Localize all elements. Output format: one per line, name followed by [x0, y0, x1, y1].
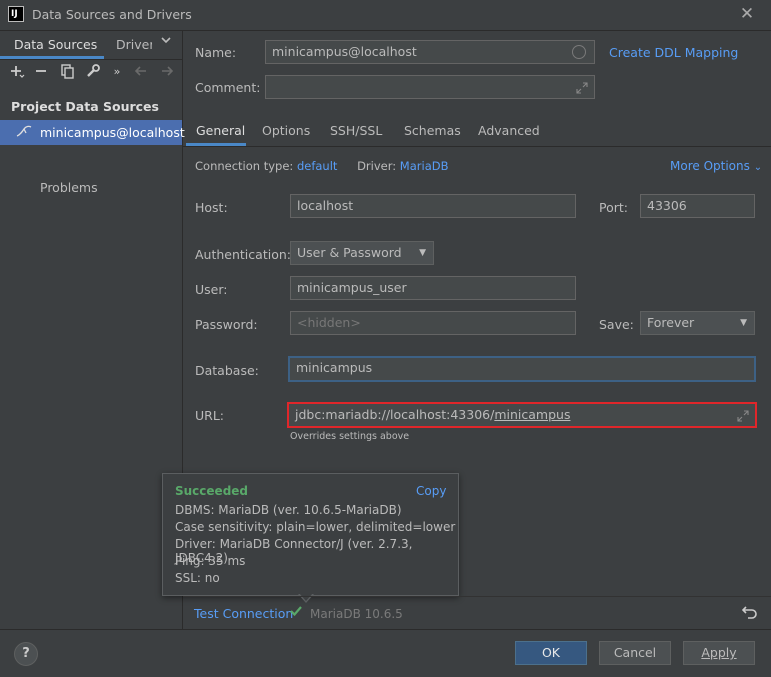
- url-database: minicampus: [494, 407, 571, 422]
- authentication-value: User & Password: [297, 245, 402, 260]
- test-result-text: MariaDB 10.6.5: [310, 607, 403, 621]
- url-note: Overrides settings above: [290, 431, 410, 442]
- tooltip-line: Ping: 35 ms: [175, 554, 246, 568]
- dropdown-arrow-icon: ▼: [740, 318, 747, 328]
- name-field[interactable]: minicampus@localhost: [265, 40, 595, 64]
- checkmark-icon: [289, 604, 303, 621]
- close-icon[interactable]: ✕: [738, 4, 756, 24]
- driver-label: Driver:: [357, 159, 397, 173]
- host-label: Host:: [195, 200, 228, 215]
- host-field[interactable]: localhost: [290, 194, 576, 218]
- user-field[interactable]: minicampus_user: [290, 276, 576, 300]
- more-options-link[interactable]: More Options ⌄: [670, 159, 762, 173]
- window-title: Data Sources and Drivers: [32, 7, 192, 22]
- name-label: Name:: [195, 45, 237, 60]
- port-field[interactable]: 43306: [640, 194, 755, 218]
- expand-icon[interactable]: [737, 407, 749, 428]
- left-panel: Data Sources Drivers » Project Data Sour…: [0, 31, 185, 629]
- save-select[interactable]: Forever ▼: [640, 311, 755, 335]
- forward-icon: [158, 63, 176, 81]
- test-connection-link[interactable]: Test Connection: [194, 606, 293, 621]
- divider: [183, 146, 771, 147]
- connection-type-link[interactable]: default: [297, 159, 337, 173]
- chevron-down-icon[interactable]: [160, 34, 172, 49]
- tab-drivers[interactable]: Drivers: [116, 37, 152, 52]
- tab-ssh-ssl[interactable]: SSH/SSL: [330, 123, 382, 138]
- divider: [183, 596, 771, 597]
- apply-button[interactable]: Apply: [683, 641, 755, 665]
- divider: [0, 59, 183, 60]
- help-button[interactable]: ?: [14, 642, 38, 666]
- tooltip-line: Case sensitivity: plain=lower, delimited…: [175, 520, 456, 534]
- password-field[interactable]: <hidden>: [290, 311, 576, 335]
- comment-field[interactable]: [265, 75, 595, 99]
- app-logo: IJ: [8, 6, 24, 22]
- dropdown-arrow-icon: ▼: [419, 248, 426, 258]
- more-icon[interactable]: »: [108, 63, 126, 81]
- section-header: Project Data Sources: [11, 99, 159, 114]
- data-source-label: minicampus@localhost: [40, 125, 185, 140]
- driver-link[interactable]: MariaDB: [400, 159, 449, 173]
- wrench-icon[interactable]: [84, 63, 102, 81]
- name-value: minicampus@localhost: [272, 44, 417, 59]
- divider: [0, 629, 771, 630]
- url-label: URL:: [195, 408, 225, 423]
- tab-schemas[interactable]: Schemas: [404, 123, 461, 138]
- database-label: Database:: [195, 363, 259, 378]
- url-prefix: jdbc:mariadb://localhost:43306/: [295, 407, 495, 422]
- data-source-item[interactable]: minicampus@localhost: [0, 120, 185, 145]
- more-options-label: More Options: [670, 159, 750, 173]
- revert-icon[interactable]: [741, 604, 758, 623]
- apply-label: Apply: [701, 645, 737, 660]
- port-label: Port:: [599, 200, 628, 215]
- chevron-down-icon: ⌄: [753, 162, 763, 173]
- tooltip-line: SSL: no: [175, 571, 220, 585]
- status-success: Succeeded: [175, 484, 249, 498]
- tab-general[interactable]: General: [196, 123, 245, 138]
- copy-icon[interactable]: [58, 63, 76, 81]
- title-bar: IJ Data Sources and Drivers ✕: [0, 0, 771, 31]
- ok-button[interactable]: OK: [515, 641, 587, 665]
- tooltip-line: DBMS: MariaDB (ver. 10.6.5-MariaDB): [175, 503, 402, 517]
- save-value: Forever: [647, 315, 695, 330]
- popup-pointer-inner: [299, 593, 313, 601]
- tab-data-sources[interactable]: Data Sources: [14, 37, 97, 52]
- url-field[interactable]: jdbc:mariadb://localhost:43306/minicampu…: [287, 402, 757, 428]
- authentication-select[interactable]: User & Password ▼: [290, 241, 434, 265]
- connection-type-row: Connection type: default Driver: MariaDB: [195, 159, 448, 173]
- copy-link[interactable]: Copy: [416, 484, 446, 498]
- color-circle-icon[interactable]: [572, 45, 586, 59]
- test-result-popup: Succeeded Copy DBMS: MariaDB (ver. 10.6.…: [162, 473, 459, 596]
- tab-options[interactable]: Options: [262, 123, 310, 138]
- database-field[interactable]: minicampus: [288, 356, 756, 382]
- comment-label: Comment:: [195, 80, 261, 95]
- tab-advanced[interactable]: Advanced: [478, 123, 540, 138]
- cancel-button[interactable]: Cancel: [599, 641, 671, 665]
- back-icon: [132, 63, 150, 81]
- connection-type-label: Connection type:: [195, 159, 294, 173]
- mariadb-icon: [16, 124, 32, 140]
- add-icon[interactable]: [8, 63, 26, 81]
- authentication-label: Authentication:: [195, 247, 291, 262]
- create-ddl-link[interactable]: Create DDL Mapping: [609, 45, 738, 60]
- expand-icon[interactable]: [576, 79, 588, 101]
- save-label: Save:: [599, 317, 634, 332]
- password-label: Password:: [195, 317, 258, 332]
- user-label: User:: [195, 282, 228, 297]
- remove-icon[interactable]: [32, 63, 50, 81]
- problems-item[interactable]: Problems: [40, 180, 98, 195]
